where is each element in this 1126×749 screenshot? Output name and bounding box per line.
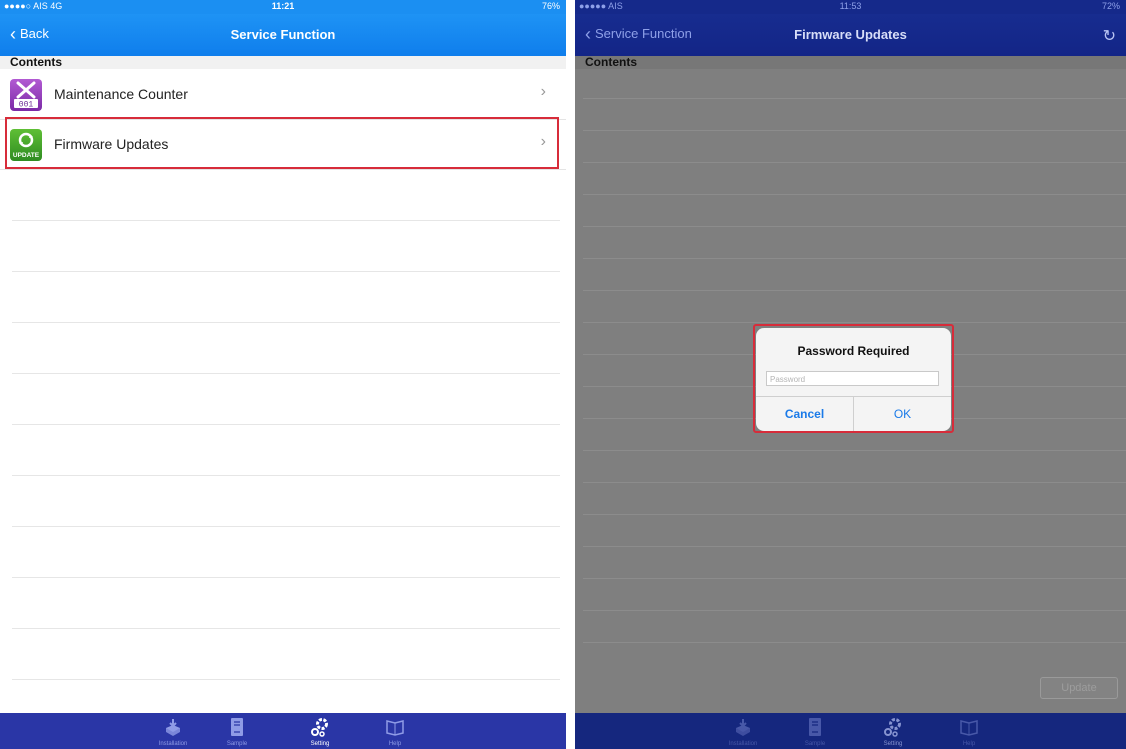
- tab-help[interactable]: Help: [365, 713, 425, 749]
- divider: [583, 130, 1126, 131]
- sample-icon: [231, 718, 243, 736]
- maintenance-counter-row[interactable]: 001 Maintenance Counter ›: [0, 69, 566, 120]
- tab-label: Setting: [883, 741, 903, 747]
- divider: [583, 482, 1126, 483]
- divider: [12, 271, 560, 272]
- divider: [583, 322, 1126, 323]
- setting-icon: [311, 718, 328, 737]
- battery-level: 72%: [1101, 1, 1120, 11]
- firmware-updates-screen: ●●●●● AIS 11:53 72% ‹ Service Function F…: [575, 0, 1126, 749]
- divider: [12, 322, 560, 323]
- service-function-screen: ●●●●○ AIS 4G 11:21 76% ‹ Back Service Fu…: [0, 0, 566, 749]
- tab-bar: Installation Sample Setting Help: [0, 713, 566, 749]
- divider: [583, 194, 1126, 195]
- section-header: Contents: [575, 56, 1126, 69]
- tab-help[interactable]: Help: [939, 713, 999, 749]
- tab-setting[interactable]: Setting: [863, 713, 923, 749]
- divider: [583, 226, 1126, 227]
- divider: [583, 450, 1126, 451]
- divider: [12, 475, 560, 476]
- navigation-bar: ‹ Back Service Function: [0, 14, 566, 56]
- chevron-right-icon: ›: [540, 83, 546, 100]
- page-title: Service Function: [230, 27, 336, 42]
- tab-label: Installation: [728, 741, 758, 747]
- divider: [12, 628, 560, 629]
- tab-label: Help: [388, 741, 402, 747]
- divider: [12, 526, 560, 527]
- installation-icon: [166, 719, 180, 736]
- divider: [583, 514, 1126, 515]
- help-icon: [960, 720, 978, 736]
- tab-setting[interactable]: Setting: [290, 713, 350, 749]
- divider: [583, 162, 1126, 163]
- status-bar: ●●●●○ AIS 4G 11:21 76%: [0, 0, 566, 14]
- setting-icon: [884, 718, 901, 737]
- divider: [12, 679, 560, 680]
- battery-level: 76%: [541, 1, 560, 11]
- divider: [583, 98, 1126, 99]
- tab-sample[interactable]: Sample: [785, 713, 845, 749]
- dialog-highlight: [753, 324, 954, 433]
- svg-text:001: 001: [19, 101, 34, 110]
- refresh-icon[interactable]: ↻: [1103, 26, 1116, 46]
- divider: [583, 610, 1126, 611]
- divider: [583, 258, 1126, 259]
- installation-icon: [736, 719, 750, 736]
- tab-installation[interactable]: Installation: [713, 713, 773, 749]
- status-bar: ●●●●● AIS 11:53 72%: [575, 0, 1126, 14]
- clock: 11:21: [271, 1, 295, 11]
- section-header: Contents: [0, 56, 566, 69]
- tab-bar: Installation Sample Setting Help: [575, 713, 1126, 749]
- divider: [583, 546, 1126, 547]
- divider: [583, 642, 1126, 643]
- sample-icon: [809, 718, 821, 736]
- help-icon: [386, 720, 404, 736]
- tab-installation[interactable]: Installation: [143, 713, 203, 749]
- divider: [12, 577, 560, 578]
- row-label: Maintenance Counter: [54, 86, 188, 102]
- divider: [583, 578, 1126, 579]
- tab-label: Sample: [804, 741, 826, 747]
- divider: [12, 424, 560, 425]
- tab-label: Installation: [158, 741, 188, 747]
- clock: 11:53: [839, 1, 862, 11]
- tab-sample[interactable]: Sample: [207, 713, 267, 749]
- divider: [12, 373, 560, 374]
- tab-label: Sample: [226, 741, 248, 747]
- maintenance-counter-icon: 001: [10, 79, 42, 111]
- navigation-bar: ‹ Service Function Firmware Updates ↻: [575, 14, 1126, 56]
- tab-label: Setting: [310, 741, 330, 747]
- tab-label: Help: [962, 741, 976, 747]
- divider: [12, 220, 560, 221]
- selection-highlight: [5, 117, 559, 169]
- divider: [583, 290, 1126, 291]
- update-button[interactable]: Update: [1040, 677, 1118, 699]
- page-title: Firmware Updates: [794, 27, 907, 42]
